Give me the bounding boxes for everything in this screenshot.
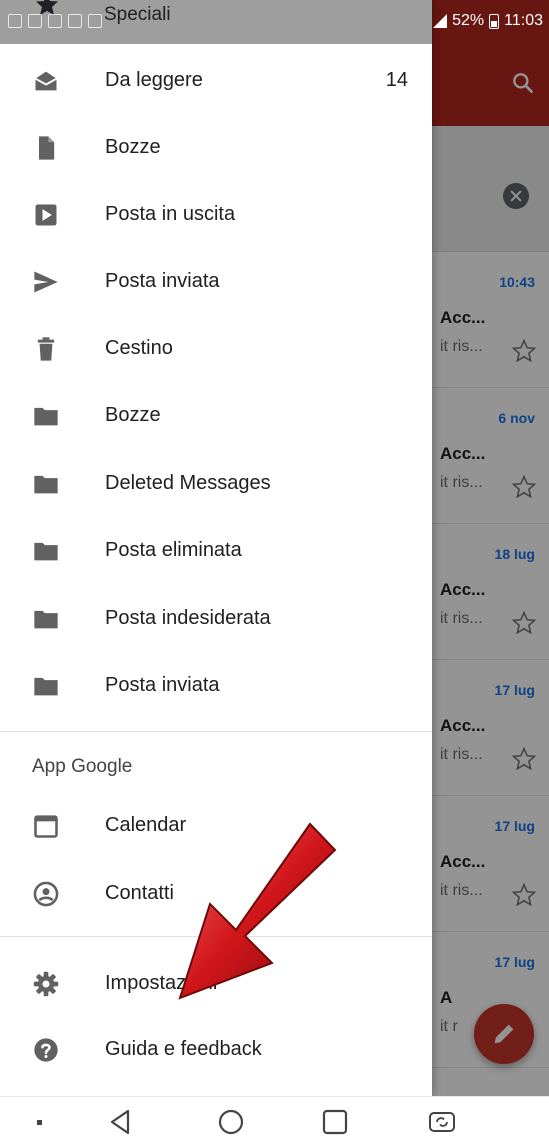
notification-icon xyxy=(68,14,82,28)
drawer-item-label: Guida e feedback xyxy=(105,1038,262,1060)
status-right: 52% 11:03 xyxy=(433,12,543,30)
folder-icon xyxy=(32,537,60,565)
drawer-item-label: Bozze xyxy=(105,404,161,426)
signal-icon xyxy=(433,14,448,28)
drawer-item-drafts[interactable]: Bozze xyxy=(0,114,432,182)
notification-icon xyxy=(88,14,102,28)
drawer-item-folder-posta-eliminata[interactable]: Posta eliminata xyxy=(0,517,432,585)
drawer-item-folder-deleted-messages[interactable]: Deleted Messages xyxy=(0,450,432,518)
unread-count: 14 xyxy=(385,69,408,91)
outbox-icon xyxy=(32,201,60,229)
clock: 11:03 xyxy=(504,12,543,29)
drafts-icon xyxy=(32,134,60,162)
drawer-item-folder-spam[interactable]: Posta indesiderata xyxy=(0,585,432,653)
notification-icon xyxy=(28,14,42,28)
notification-icons xyxy=(8,14,102,28)
drawer-item-label: Bozze xyxy=(105,136,161,158)
calendar-icon xyxy=(32,812,60,840)
drawer-item-label: Posta inviata xyxy=(105,674,220,696)
folder-icon xyxy=(32,605,60,633)
drawer-item-unread[interactable]: Da leggere 14 xyxy=(0,47,432,115)
contacts-icon xyxy=(32,880,60,908)
unread-icon xyxy=(32,67,60,95)
drawer-item-outbox[interactable]: Posta in uscita xyxy=(0,181,432,249)
notification-icon xyxy=(8,14,22,28)
folder-icon xyxy=(32,470,60,498)
drawer-item-label: Posta indesiderata xyxy=(105,607,271,629)
drawer-item-label: Posta in uscita xyxy=(105,203,236,225)
send-icon xyxy=(32,268,60,296)
drawer-item-folder-bozze[interactable]: Bozze xyxy=(0,382,432,450)
battery-icon xyxy=(489,13,500,29)
trash-icon xyxy=(32,335,60,363)
system-nav-bar xyxy=(0,1096,549,1144)
drawer-item-help[interactable]: Guida e feedback xyxy=(0,1016,432,1084)
recents-button[interactable] xyxy=(318,1105,352,1139)
status-bar: 52% 11:03 xyxy=(0,0,549,44)
drawer-item-label: Posta inviata xyxy=(105,270,220,292)
home-button[interactable] xyxy=(214,1105,248,1139)
section-header-google-apps: App Google xyxy=(32,756,133,777)
drawer-item-label: Da leggere xyxy=(105,69,203,91)
divider xyxy=(0,731,432,732)
drawer-item-folder-posta-inviata[interactable]: Posta inviata xyxy=(0,652,432,720)
drawer-item-label: Posta eliminata xyxy=(105,539,242,561)
drawer-item-label: Cestino xyxy=(105,337,173,359)
back-button[interactable] xyxy=(104,1105,138,1139)
notification-icon xyxy=(48,14,62,28)
dual-window-icon[interactable] xyxy=(425,1105,459,1139)
dot-icon xyxy=(22,1105,56,1139)
drawer-item-label: Deleted Messages xyxy=(105,472,271,494)
folder-icon xyxy=(32,672,60,700)
battery-level: 52% xyxy=(452,12,485,29)
gear-icon xyxy=(32,970,60,998)
help-icon xyxy=(32,1036,60,1064)
red-arrow-annotation xyxy=(178,822,337,1000)
drawer-item-sent[interactable]: Posta inviata xyxy=(0,248,432,316)
folder-icon xyxy=(32,402,60,430)
drawer-item-trash[interactable]: Cestino xyxy=(0,315,432,383)
